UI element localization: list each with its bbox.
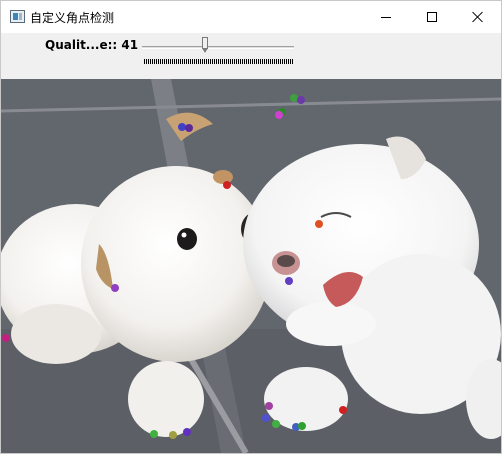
corner-point-marker: [185, 124, 193, 132]
corner-point-marker: [178, 123, 186, 131]
app-window-icon: [10, 10, 25, 23]
minimize-icon: [381, 16, 391, 18]
corner-point-marker: [315, 220, 323, 228]
trackbar-thumb[interactable]: [201, 37, 208, 54]
minimize-button[interactable]: [363, 1, 409, 33]
maximize-icon: [427, 12, 437, 22]
corner-point-marker: [262, 414, 270, 422]
trackbar-ticks: [144, 59, 294, 64]
corner-point-marker: [285, 277, 293, 285]
image-viewport[interactable]: [1, 79, 501, 453]
window-title: 自定义角点检测: [30, 11, 115, 25]
trackbar-panel: Qualit...e:: 41: [1, 33, 501, 79]
title-bar[interactable]: 自定义角点检测: [1, 1, 501, 33]
corner-point-marker: [111, 284, 119, 292]
corner-point-marker: [339, 406, 347, 414]
close-icon: [472, 11, 484, 23]
puppies-image: [1, 79, 501, 453]
corner-point-marker: [265, 402, 273, 410]
trackbar-track[interactable]: [142, 46, 294, 49]
trackbar-label: Qualit...e:: 41: [45, 38, 139, 52]
corner-point-marker: [183, 428, 191, 436]
app-window: 自定义角点检测 Qualit...e:: 41: [0, 0, 502, 454]
corner-point-marker: [297, 96, 305, 104]
corner-point-marker: [272, 420, 280, 428]
corner-point-marker: [150, 430, 158, 438]
corner-point-marker: [2, 334, 10, 342]
corner-point-marker: [275, 111, 283, 119]
corner-point-marker: [290, 94, 298, 102]
corner-point-marker: [169, 431, 177, 439]
corner-point-marker: [298, 422, 306, 430]
close-button[interactable]: [455, 1, 501, 33]
maximize-button[interactable]: [409, 1, 455, 33]
corner-point-marker: [223, 181, 231, 189]
